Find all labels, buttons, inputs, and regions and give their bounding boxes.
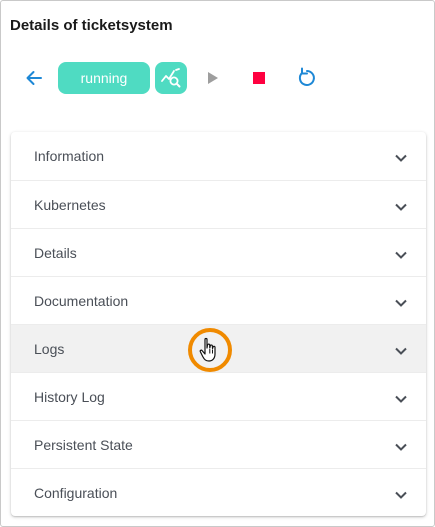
accordion-item-label: History Log [34,388,105,405]
accordion-item-persistent-state[interactable]: Persistent State [11,420,426,468]
accordion-item-information[interactable]: Information [11,132,426,180]
accordion-item-configuration[interactable]: Configuration [11,468,426,516]
restart-icon [298,67,315,86]
accordion-item-label: Information [34,148,105,164]
chevron-down-icon [395,347,407,355]
accordion-item-details[interactable]: Details [11,228,426,276]
accordion-item-kubernetes[interactable]: Kubernetes [11,180,426,228]
stop-button[interactable] [247,65,271,91]
status-label: running [80,70,128,86]
status-badge[interactable]: running [58,62,150,94]
details-panel: Details of ticketsystem running Informat… [0,0,435,527]
monitor-button[interactable] [155,62,187,94]
start-button[interactable] [201,65,225,91]
chevron-down-icon [395,251,407,259]
chart-search-icon [161,68,181,88]
stop-icon [253,72,265,84]
accordion-item-label: Documentation [34,292,129,309]
chevron-down-icon [395,299,407,307]
play-icon [208,72,218,84]
accordion-item-label: Kubernetes [34,196,106,213]
details-accordion: Information Kubernetes Details Documenta… [11,132,426,516]
accordion-item-label: Persistent State [34,436,133,453]
accordion-item-label: Details [34,244,77,261]
accordion-item-documentation[interactable]: Documentation [11,276,426,324]
accordion-item-label: Logs [34,340,65,357]
chevron-down-icon [395,443,407,451]
chevron-down-icon [395,395,407,403]
service-toolbar: running [1,61,435,95]
chevron-down-icon [395,203,407,211]
accordion-item-label: Configuration [34,484,118,501]
arrow-left-icon [26,71,42,85]
hand-pointer-icon [199,337,216,362]
chevron-down-icon [395,491,407,499]
chevron-down-icon [395,154,407,162]
page-title: Details of ticketsystem [10,17,173,34]
accordion-item-history-log[interactable]: History Log [11,372,426,420]
back-button[interactable] [21,65,47,91]
restart-button[interactable] [294,65,320,91]
